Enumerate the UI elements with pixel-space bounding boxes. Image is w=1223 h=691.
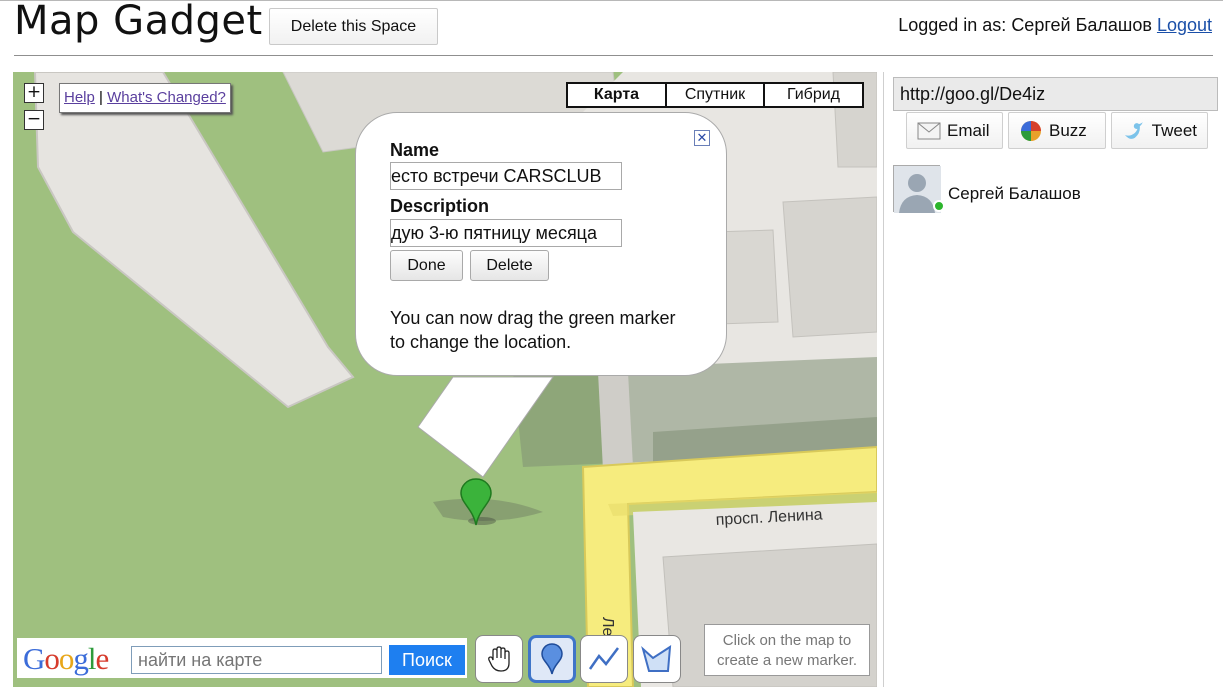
marker-icon <box>541 643 563 675</box>
line-tool-button[interactable] <box>580 635 628 683</box>
marker-name-field[interactable]: есто встречи CARSCLUB <box>390 162 622 190</box>
map-type-map[interactable]: Карта <box>566 82 667 108</box>
share-buzz-label: Buzz <box>1049 120 1087 140</box>
name-label: Name <box>390 140 440 160</box>
header-divider <box>14 55 1213 56</box>
close-icon[interactable]: ✕ <box>694 130 710 146</box>
logged-in-prefix: Logged in as: <box>898 15 1007 35</box>
shape-tool-button[interactable] <box>633 635 681 683</box>
drag-marker-note: You can now drag the green marker to cha… <box>390 308 676 352</box>
delete-marker-button[interactable]: Delete <box>470 250 549 281</box>
help-link[interactable]: Help <box>64 89 95 106</box>
delete-space-button[interactable]: Delete this Space <box>269 8 438 45</box>
app-title: Map Gadget <box>14 0 263 44</box>
online-status-dot <box>933 200 945 212</box>
share-tweet-button[interactable]: Tweet <box>1111 112 1208 149</box>
map-canvas[interactable]: просп. Ленина Ле + − Help | What's Chang… <box>13 72 877 687</box>
logged-in-user: Сергей Балашов <box>1011 15 1152 35</box>
marker-info-window: ✕ Name есто встречи CARSCLUB Description… <box>355 112 727 376</box>
zoom-out-button[interactable]: − <box>24 110 44 130</box>
sidebar-divider <box>883 72 884 687</box>
buzz-icon <box>1021 120 1041 141</box>
street-label-side: Ле <box>599 617 616 637</box>
map-type-hybrid[interactable]: Гибрид <box>763 82 864 108</box>
whats-changed-link[interactable]: What's Changed? <box>107 89 226 106</box>
map-type-satellite[interactable]: Спутник <box>665 82 765 108</box>
marker-pin-icon[interactable] <box>458 477 498 532</box>
map-search-input[interactable] <box>131 646 382 674</box>
click-map-hint: Click on the map to create a new marker. <box>704 624 870 676</box>
share-email-button[interactable]: Email <box>906 112 1003 149</box>
done-button[interactable]: Done <box>390 250 463 281</box>
polygon-icon <box>641 645 672 672</box>
marker-description-field[interactable]: дую 3-ю пятницу месяца <box>390 219 622 247</box>
envelope-icon <box>917 122 941 139</box>
share-email-label: Email <box>947 120 990 140</box>
marker-tool-button[interactable] <box>528 635 576 683</box>
map-search-button[interactable]: Поиск <box>389 645 465 675</box>
twitter-bird-icon <box>1124 121 1143 139</box>
pan-tool-button[interactable] <box>475 635 523 683</box>
logout-link[interactable]: Logout <box>1157 15 1212 35</box>
short-url-field[interactable]: http://goo.gl/De4iz <box>893 77 1218 111</box>
login-status: Logged in as: Сергей Балашов Logout <box>898 15 1212 36</box>
hand-icon <box>488 646 510 672</box>
participant-name: Сергей Балашов <box>948 184 1081 203</box>
line-icon <box>588 647 619 670</box>
help-separator: | <box>99 89 103 106</box>
zoom-in-button[interactable]: + <box>24 83 44 103</box>
share-buzz-button[interactable]: Buzz <box>1008 112 1106 149</box>
map-type-selector: Карта Спутник Гибрид <box>566 82 864 108</box>
google-logo: Google <box>23 641 109 676</box>
description-label: Description <box>390 196 490 216</box>
map-search-bar: Google Поиск <box>17 638 467 678</box>
share-tweet-label: Tweet <box>1151 120 1197 140</box>
help-links: Help | What's Changed? <box>59 83 231 113</box>
